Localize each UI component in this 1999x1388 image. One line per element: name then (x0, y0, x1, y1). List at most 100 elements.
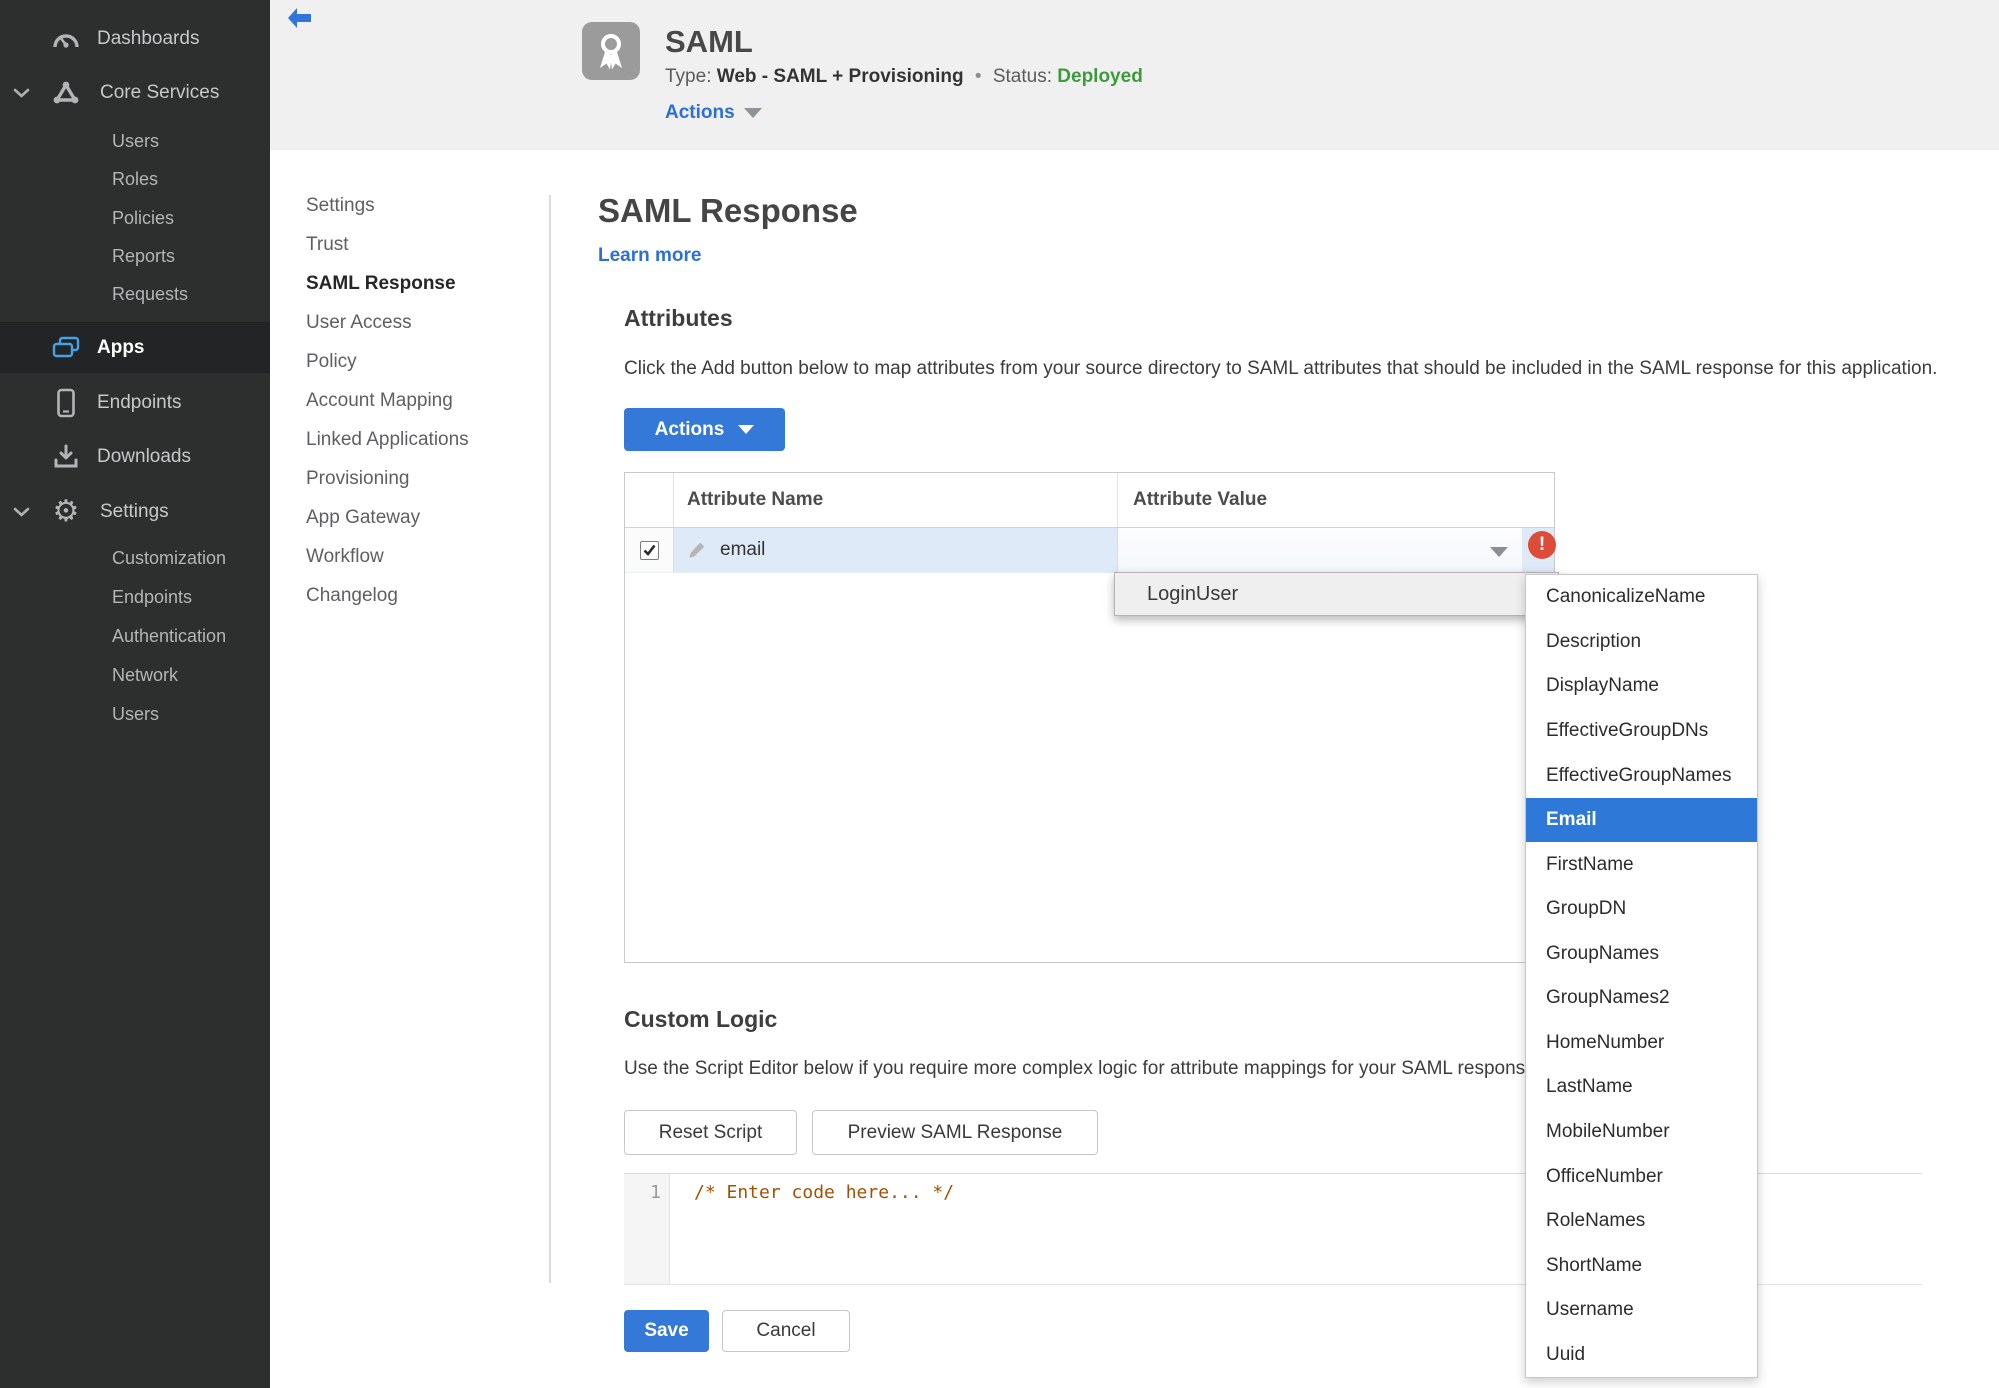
edit-pencil-icon[interactable] (687, 540, 707, 560)
reset-script-button[interactable]: Reset Script (624, 1110, 797, 1155)
sidebar-item-downloads[interactable]: Downloads (0, 438, 270, 476)
cancel-button[interactable]: Cancel (722, 1310, 850, 1352)
sidebar-subitem-reports[interactable]: Reports (112, 237, 175, 276)
subnav-divider (549, 195, 551, 1283)
subnav-item-workflow[interactable]: Workflow (306, 537, 384, 576)
sidebar-item-label: Core Services (100, 82, 220, 103)
sidebar-item-label: Dashboards (97, 28, 200, 49)
apps-icon (48, 335, 84, 361)
submenu-item-officenumber[interactable]: OfficeNumber (1526, 1154, 1757, 1199)
app-badge-icon (582, 22, 640, 80)
submenu-item-description[interactable]: Description (1526, 620, 1757, 665)
learn-more-link[interactable]: Learn more (598, 245, 701, 267)
status-label: Status: (992, 66, 1052, 87)
subnav-item-trust[interactable]: Trust (306, 225, 349, 264)
submenu-item-email[interactable]: Email (1526, 797, 1757, 843)
subnav-item-provisioning[interactable]: Provisioning (306, 459, 410, 498)
submenu-item-rolenames[interactable]: RoleNames (1526, 1199, 1757, 1244)
chevron-down-icon (743, 108, 762, 118)
sidebar-subitem-endpoints2[interactable]: Endpoints (112, 578, 192, 617)
custom-logic-description: Use the Script Editor below if you requi… (624, 1058, 1541, 1079)
attribute-name-cell: email (673, 528, 1117, 572)
loginuser-menu-label: LoginUser (1147, 582, 1239, 605)
attribute-name-value: email (720, 539, 766, 560)
download-icon (48, 443, 84, 471)
sidebar-item-apps[interactable]: Apps (0, 322, 270, 373)
sidebar-subitem-users[interactable]: Users (112, 122, 159, 161)
save-button[interactable]: Save (624, 1310, 709, 1352)
submenu-item-mobilenumber[interactable]: MobileNumber (1526, 1110, 1757, 1155)
submenu-item-effectivegroupdns[interactable]: EffectiveGroupDNs (1526, 709, 1757, 754)
value-submenu: CanonicalizeName Description DisplayName… (1525, 574, 1758, 1378)
separator-dot: • (974, 66, 982, 87)
type-value: Web - SAML + Provisioning (716, 66, 964, 87)
sidebar-subitem-authentication[interactable]: Authentication (112, 617, 226, 656)
sidebar-item-settings[interactable]: ⚙ Settings (0, 493, 270, 531)
submenu-item-canonicalizename[interactable]: CanonicalizeName (1526, 575, 1757, 620)
header-actions-menu[interactable]: Actions (665, 102, 762, 124)
back-arrow-icon[interactable] (287, 7, 313, 29)
status-badge: Deployed (1057, 66, 1143, 87)
smartphone-icon (48, 388, 84, 418)
attributes-actions-button[interactable]: Actions (624, 408, 785, 451)
submenu-item-groupdn[interactable]: GroupDN (1526, 887, 1757, 932)
app-header: SAML Type: Web - SAML + Provisioning • S… (270, 0, 1999, 150)
sidebar-subitem-requests[interactable]: Requests (112, 275, 188, 314)
subnav-item-settings[interactable]: Settings (306, 186, 375, 225)
line-number: 1 (650, 1182, 661, 1203)
page-app-title: SAML (665, 24, 753, 59)
subnav-item-policy[interactable]: Policy (306, 342, 357, 381)
sidebar-item-dashboards[interactable]: Dashboards (0, 20, 270, 58)
app-type-status-line: Type: Web - SAML + Provisioning • Status… (665, 66, 1143, 88)
sidebar-subitem-customization[interactable]: Customization (112, 539, 226, 578)
app-window: Dashboards Core Services Users Roles Pol… (0, 0, 1999, 1388)
submenu-item-homenumber[interactable]: HomeNumber (1526, 1021, 1757, 1066)
submenu-item-groupnames[interactable]: GroupNames (1526, 932, 1757, 977)
sidebar-item-core-services[interactable]: Core Services (0, 74, 270, 112)
dropdown-caret-icon[interactable] (1490, 547, 1508, 557)
actions-button-label: Actions (654, 418, 725, 440)
sidebar-item-label: Settings (100, 501, 169, 522)
submenu-item-displayname[interactable]: DisplayName (1526, 664, 1757, 709)
attributes-table: Attribute Name Attribute Value email (624, 472, 1555, 963)
select-column-header (625, 473, 673, 527)
subnav-item-saml-response[interactable]: SAML Response (306, 264, 456, 303)
attribute-value-cell[interactable] (1117, 528, 1554, 573)
table-row[interactable]: email (625, 528, 1554, 573)
submenu-item-uuid[interactable]: Uuid (1526, 1333, 1757, 1378)
editor-line-gutter: 1 (624, 1174, 670, 1284)
chevron-down-icon (738, 425, 755, 434)
submenu-item-effectivegroupnames[interactable]: EffectiveGroupNames (1526, 753, 1757, 798)
validation-error-icon: ! (1528, 531, 1556, 559)
subnav-item-linked-applications[interactable]: Linked Applications (306, 420, 469, 459)
core-services-icon (48, 80, 84, 106)
value-menu-loginuser[interactable]: LoginUser (1114, 572, 1559, 616)
gauge-icon (48, 27, 84, 51)
sidebar-subitem-roles[interactable]: Roles (112, 160, 158, 199)
submenu-item-username[interactable]: Username (1526, 1288, 1757, 1333)
subnav-item-app-gateway[interactable]: App Gateway (306, 498, 420, 537)
page-title: SAML Response (598, 192, 858, 229)
sidebar-item-label: Endpoints (97, 392, 182, 413)
attributes-heading: Attributes (624, 305, 733, 331)
preview-saml-response-button[interactable]: Preview SAML Response (812, 1110, 1098, 1155)
attributes-description: Click the Add button below to map attrib… (624, 358, 1938, 379)
subnav-item-changelog[interactable]: Changelog (306, 576, 398, 615)
row-checkbox[interactable] (639, 540, 659, 560)
chevron-down-icon (13, 87, 30, 99)
sidebar-subitem-policies[interactable]: Policies (112, 199, 174, 238)
sidebar-item-endpoints[interactable]: Endpoints (0, 384, 270, 422)
table-header-row: Attribute Name Attribute Value (625, 473, 1554, 528)
subnav-item-user-access[interactable]: User Access (306, 303, 412, 342)
row-checkbox-cell (625, 528, 673, 572)
submenu-item-firstname[interactable]: FirstName (1526, 842, 1757, 887)
sidebar-item-label: Downloads (97, 446, 191, 467)
submenu-item-groupnames2[interactable]: GroupNames2 (1526, 976, 1757, 1021)
sidebar-subitem-network[interactable]: Network (112, 656, 178, 695)
sidebar-subitem-users2[interactable]: Users (112, 695, 159, 734)
sidebar-item-label: Apps (97, 336, 145, 358)
submenu-item-shortname[interactable]: ShortName (1526, 1243, 1757, 1288)
sidebar: Dashboards Core Services Users Roles Pol… (0, 0, 270, 1388)
submenu-item-lastname[interactable]: LastName (1526, 1065, 1757, 1110)
subnav-item-account-mapping[interactable]: Account Mapping (306, 381, 453, 420)
